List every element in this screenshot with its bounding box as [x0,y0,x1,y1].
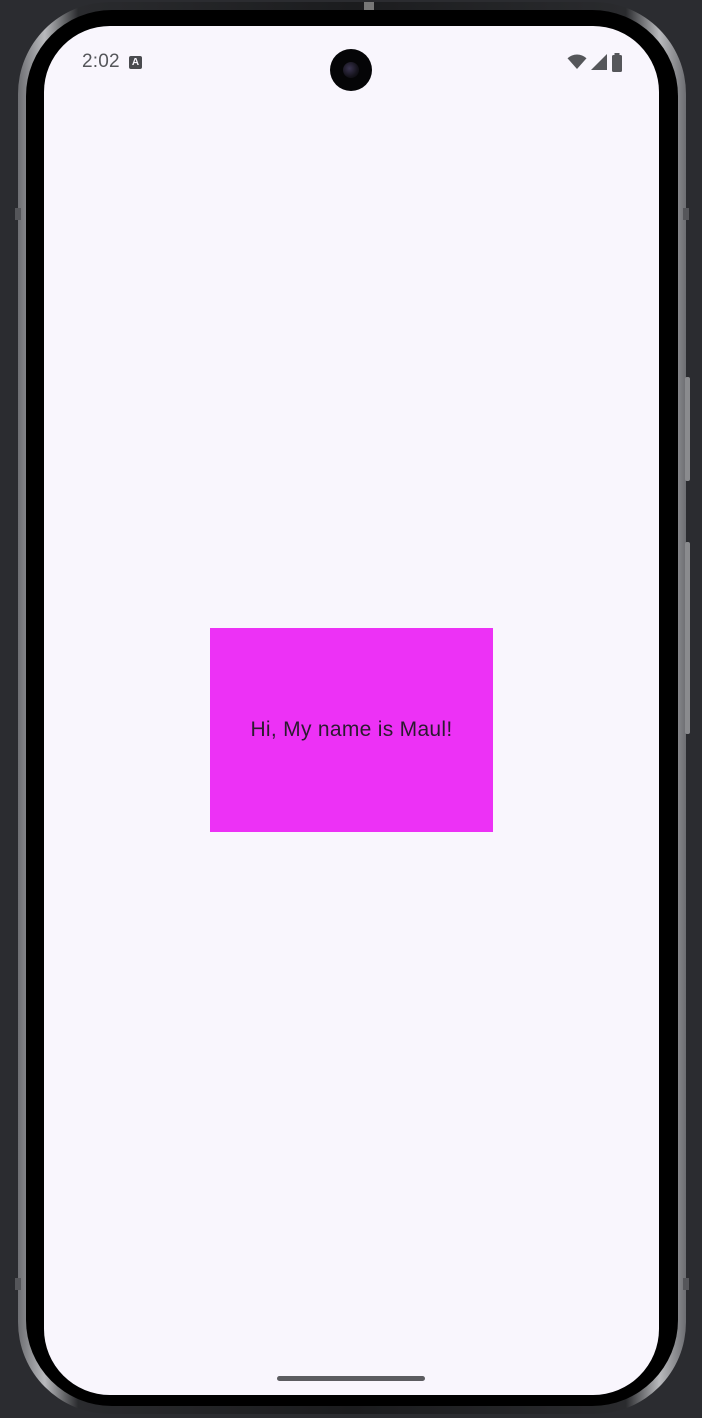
a-box-icon: A [129,56,142,69]
greeting-text: Hi, My name is Maul! [250,718,453,741]
status-icons [567,52,623,72]
battery-icon [611,52,623,72]
greeting-card: Hi, My name is Maul! [210,628,493,832]
status-time: 2:02 [82,51,120,72]
frame-top-seam [364,2,374,10]
antenna-band [683,208,689,220]
camera-lens [343,62,359,78]
antenna-band [683,1278,689,1290]
antenna-band [15,1278,21,1290]
volume-button[interactable] [685,542,690,734]
wifi-icon [567,54,587,70]
antenna-band [15,208,21,220]
home-indicator[interactable] [277,1376,425,1381]
power-button[interactable] [685,377,690,481]
screen: 2:02 A Hi, My name is Maul! [44,26,659,1395]
front-camera [330,49,372,91]
cellular-signal-icon [591,54,607,70]
